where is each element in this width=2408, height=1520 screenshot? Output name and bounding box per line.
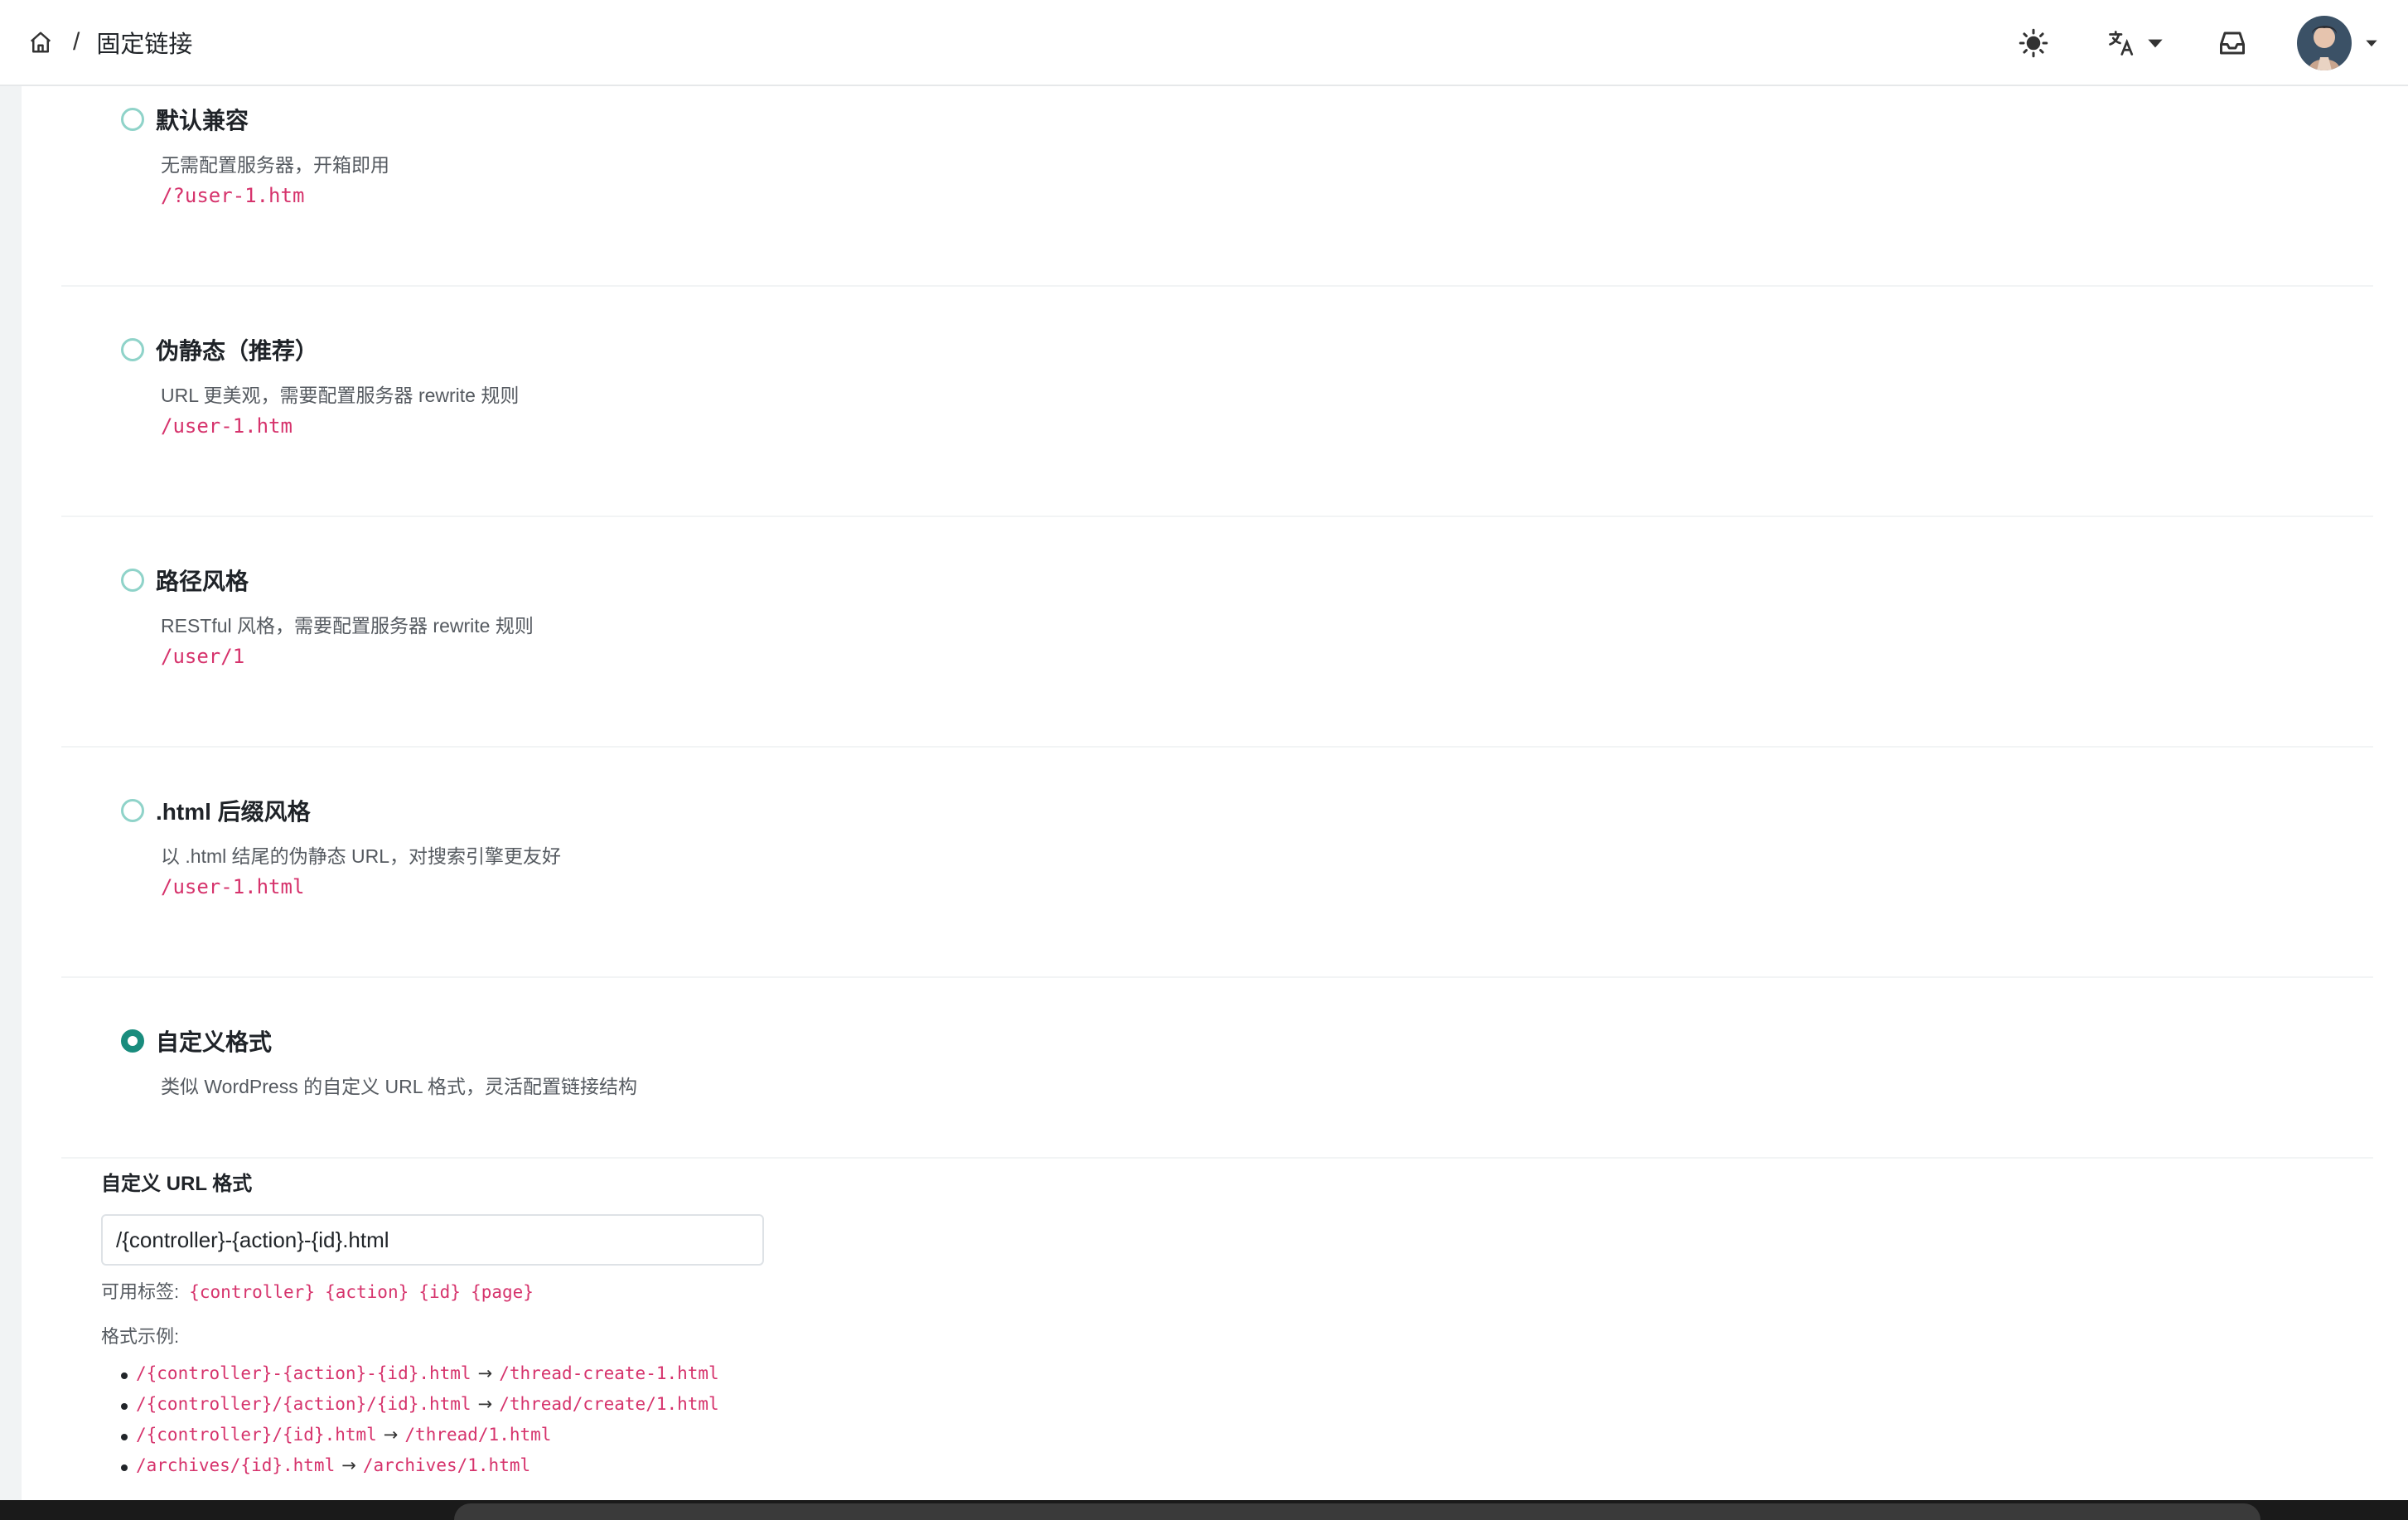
arrow-icon: →	[383, 1425, 399, 1445]
available-tags-label: 可用标签:	[101, 1281, 180, 1302]
sun-icon[interactable]	[2019, 28, 2048, 58]
option-title: .html 后缀风格	[156, 799, 311, 825]
permalink-option-path[interactable]: 路径风格 RESTful 风格，需要配置服务器 rewrite 规则 /user…	[61, 549, 2373, 748]
list-item: /archives/{id}.html → /archives/1.html	[121, 1455, 1095, 1486]
format-examples-list: /{controller}-{action}-{id}.html →/thread…	[101, 1363, 1095, 1486]
radio-default[interactable]	[121, 108, 144, 131]
radio-custom[interactable]	[121, 1029, 144, 1053]
permalink-option-pseudo-static[interactable]: 伪静态（推荐） URL 更美观，需要配置服务器 rewrite 规则 /user…	[61, 318, 2373, 517]
option-example-code: /user/1	[161, 645, 245, 668]
breadcrumb-separator: /	[73, 28, 80, 56]
tag-id: {id}	[418, 1282, 461, 1302]
option-title: 默认兼容	[156, 108, 249, 133]
permalink-option-custom[interactable]: 自定义格式 类似 WordPress 的自定义 URL 格式，灵活配置链接结构	[61, 1009, 2373, 1159]
example-pattern: /archives/{id}.html	[136, 1455, 336, 1475]
option-description: URL 更美观，需要配置服务器 rewrite 规则	[161, 385, 520, 406]
home-icon[interactable]	[28, 30, 53, 55]
caret-down-icon	[2366, 40, 2377, 47]
option-example-code: /user-1.htm	[161, 414, 293, 438]
tag-page: {page}	[471, 1282, 534, 1302]
top-header: / 固定链接	[0, 0, 2408, 86]
example-result: /thread-create-1.html	[499, 1363, 719, 1383]
option-description: 无需配置服务器，开箱即用	[161, 154, 389, 176]
arrow-icon: →	[477, 1363, 493, 1383]
option-description: 以 .html 结尾的伪静态 URL，对搜索引擎更友好	[161, 845, 562, 867]
settings-card: 默认兼容 无需配置服务器，开箱即用 /?user-1.htm 伪静态（推荐） U…	[22, 86, 2408, 1500]
inbox-icon[interactable]	[2217, 28, 2247, 58]
available-tags: 可用标签: {controller} {action} {id} {page}	[101, 1277, 1095, 1304]
user-menu[interactable]	[2297, 16, 2380, 70]
language-dropdown[interactable]	[2106, 28, 2166, 58]
page-title: 固定链接	[96, 31, 193, 58]
example-pattern: /{controller}/{id}.html	[136, 1425, 377, 1445]
tag-action: {action}	[325, 1282, 409, 1302]
option-description: 类似 WordPress 的自定义 URL 格式，灵活配置链接结构	[161, 1076, 638, 1097]
custom-format-section: 自定义 URL 格式 可用标签: {controller} {action} {…	[101, 1167, 1095, 1486]
radio-html-suffix[interactable]	[121, 799, 144, 822]
option-title: 伪静态（推荐）	[156, 338, 319, 364]
tag-controller: {controller}	[189, 1282, 315, 1302]
arrow-icon: →	[341, 1455, 356, 1475]
option-title: 路径风格	[156, 569, 249, 594]
option-title: 自定义格式	[156, 1029, 273, 1055]
breadcrumb: / 固定链接	[28, 25, 192, 60]
arrow-icon: →	[477, 1394, 493, 1414]
custom-url-label: 自定义 URL 格式	[101, 1173, 253, 1195]
example-pattern: /{controller}/{action}/{id}.html	[136, 1394, 471, 1414]
examples-label: 格式示例:	[101, 1326, 180, 1347]
permalink-option-default[interactable]: 默认兼容 无需配置服务器，开箱即用 /?user-1.htm	[61, 88, 2373, 287]
taskbar-pill	[454, 1503, 2261, 1520]
option-description: RESTful 风格，需要配置服务器 rewrite 规则	[161, 615, 534, 637]
list-item: /{controller}/{action}/{id}.html → /thread…	[121, 1394, 1095, 1425]
custom-url-input[interactable]	[101, 1214, 764, 1266]
option-example-code: /user-1.html	[161, 875, 305, 898]
radio-pseudo-static[interactable]	[121, 338, 144, 361]
list-item: /{controller}/{id}.html →/thread/1.html	[121, 1425, 1095, 1455]
taskbar-edge	[0, 1500, 2408, 1520]
avatar[interactable]	[2297, 16, 2352, 70]
permalink-option-html-suffix[interactable]: .html 后缀风格 以 .html 结尾的伪静态 URL，对搜索引擎更友好 /…	[61, 779, 2373, 978]
list-item: /{controller}-{action}-{id}.html → /thread…	[121, 1363, 1095, 1394]
radio-path[interactable]	[121, 569, 144, 592]
example-result: /archives/1.html	[362, 1455, 531, 1475]
option-example-code: /?user-1.htm	[161, 184, 305, 207]
example-result: /thread/1.html	[404, 1425, 552, 1445]
translate-icon	[2109, 31, 2134, 56]
example-pattern: /{controller}-{action}-{id}.html	[136, 1363, 471, 1383]
example-result: /thread/create/1.html	[499, 1394, 719, 1414]
chevron-down-icon	[2148, 39, 2163, 48]
